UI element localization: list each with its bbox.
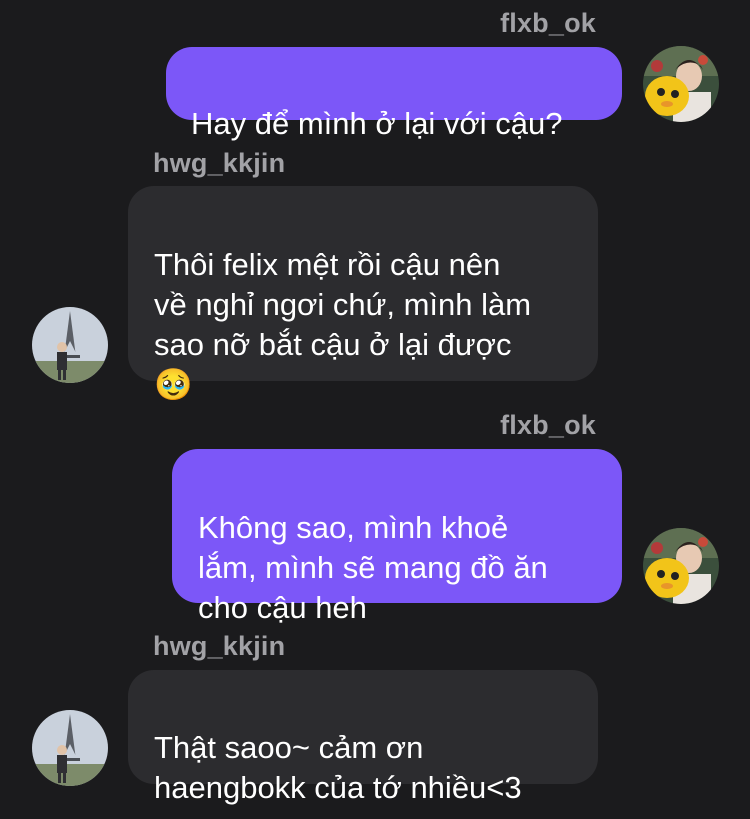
sender-username: hwg_kkjin <box>153 631 286 661</box>
contact-avatar[interactable] <box>32 307 108 383</box>
sender-username: flxb_ok <box>500 410 596 440</box>
user-avatar[interactable] <box>643 46 719 122</box>
avatar-photo-icon <box>643 46 719 122</box>
message-bubble-outgoing[interactable]: Không sao, mình khoẻ lắm, mình sẽ mang đ… <box>172 449 622 625</box>
avatar-photo-icon <box>32 307 108 383</box>
sender-username: hwg_kkjin <box>153 148 286 178</box>
message-bubble-outgoing[interactable]: Hay để mình ở lại với cậu? <box>166 47 622 141</box>
message-text: Không sao, mình khoẻ lắm, mình sẽ mang đ… <box>198 510 548 625</box>
avatar-photo-icon <box>643 528 719 604</box>
message-bubble-incoming[interactable]: Thật saoo~ cảm ơn haengbokk của tớ nhiều… <box>128 670 598 805</box>
avatar-photo-icon <box>32 710 108 786</box>
sender-username: flxb_ok <box>500 8 596 38</box>
user-avatar[interactable] <box>643 528 719 604</box>
message-text: Thôi felix mệt rồi cậu nên về nghỉ ngơi … <box>154 247 532 402</box>
message-bubble-incoming[interactable]: Thôi felix mệt rồi cậu nên về nghỉ ngơi … <box>128 186 598 402</box>
message-text: Thật saoo~ cảm ơn haengbokk của tớ nhiều… <box>154 730 522 805</box>
contact-avatar[interactable] <box>32 710 108 786</box>
message-text: Hay để mình ở lại với cậu? <box>191 106 563 141</box>
